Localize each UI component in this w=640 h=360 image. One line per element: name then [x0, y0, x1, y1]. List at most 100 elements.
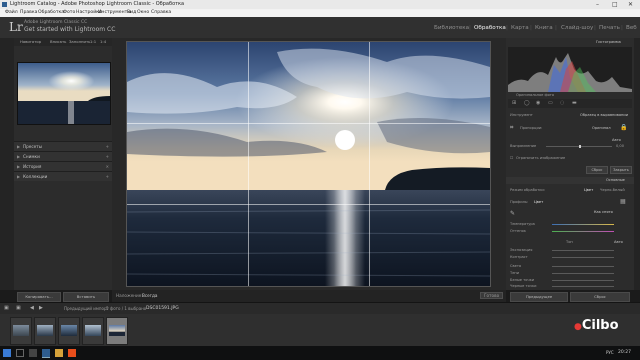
treatment-bw[interactable]: Черно-белый: [600, 188, 625, 192]
history-section[interactable]: ▶ История ✕: [14, 161, 112, 171]
graduated-filter-icon[interactable]: ▭: [548, 100, 553, 106]
crop-close-button[interactable]: Закрыть: [610, 166, 632, 174]
constrain-checkbox-box[interactable]: ☐: [510, 156, 513, 160]
menu-edit[interactable]: Правка: [20, 9, 37, 17]
presets-section[interactable]: ▶ Пресеты +: [14, 141, 112, 151]
profile-select[interactable]: Цвет: [534, 200, 543, 204]
exposure-slider[interactable]: [552, 250, 614, 251]
navigator-label[interactable]: Навигатор: [20, 39, 41, 44]
menu-tools[interactable]: Инструменты: [98, 9, 131, 17]
menu-window[interactable]: Окно: [137, 9, 149, 17]
highlights-slider[interactable]: [552, 266, 614, 267]
add-icon[interactable]: +: [106, 144, 109, 149]
wb-eyedropper-icon[interactable]: ✎: [510, 210, 515, 217]
zoom-1-4[interactable]: 1:4: [100, 39, 106, 44]
clock[interactable]: 20:27: [618, 350, 631, 355]
zoom-1-1[interactable]: 1:1: [90, 39, 96, 44]
basic-section-header[interactable]: Основные: [506, 177, 634, 184]
red-eye-icon[interactable]: ◉: [536, 100, 540, 106]
second-window-icon[interactable]: ▣: [16, 305, 21, 311]
histogram[interactable]: [508, 47, 632, 92]
radial-filter-icon[interactable]: ◌: [560, 100, 564, 106]
module-slideshow[interactable]: Слайд-шоу: [561, 25, 593, 31]
file-name: DSC01591.JPG: [146, 306, 179, 311]
reset-all-button[interactable]: Сброс: [570, 292, 630, 302]
crop-grid-line: [127, 204, 490, 205]
get-started-link[interactable]: Get started with Lightroom CC: [24, 26, 115, 33]
menu-view[interactable]: Вид: [127, 9, 136, 17]
done-button[interactable]: Готово: [480, 292, 504, 299]
menu-file[interactable]: Файл: [5, 9, 18, 17]
module-book[interactable]: Книга: [535, 25, 553, 31]
minimize-button[interactable]: –: [596, 0, 599, 9]
right-edge: [634, 38, 640, 290]
shadows-slider[interactable]: [552, 273, 614, 274]
filmstrip-thumb[interactable]: [82, 317, 104, 345]
angle-slider-knob[interactable]: [579, 145, 581, 148]
tone-auto[interactable]: Авто: [614, 240, 623, 244]
spot-removal-icon[interactable]: ◯: [524, 100, 530, 106]
crop-tool-icon[interactable]: ⊞: [512, 100, 516, 106]
lightroom-taskbar-icon[interactable]: [42, 349, 50, 358]
identity-plate: Lr Adobe Lightroom Classic CC Get starte…: [0, 17, 640, 39]
previous-button[interactable]: Предыдущее: [510, 292, 568, 302]
close-button[interactable]: ✕: [628, 0, 633, 9]
filmstrip-thumb[interactable]: [10, 317, 32, 345]
module-library[interactable]: Библиотека: [434, 25, 469, 31]
blacks-slider[interactable]: [552, 286, 614, 287]
aspect-select[interactable]: Оригинал: [592, 126, 611, 130]
filmstrip-thumb[interactable]: [58, 317, 80, 345]
crop-section-label: Инструмент: [510, 113, 533, 117]
module-develop[interactable]: Обработка: [474, 25, 506, 31]
maximize-button[interactable]: □: [612, 0, 618, 9]
module-map[interactable]: Карта: [511, 25, 529, 31]
crop-aspect-label: Образец в выравнивании: [580, 113, 629, 117]
tint-slider[interactable]: [552, 231, 614, 232]
main-photo[interactable]: [126, 41, 491, 287]
wb-select[interactable]: Как снято: [594, 210, 613, 214]
app-icon[interactable]: [68, 349, 76, 357]
menu-photo[interactable]: Фото: [63, 9, 75, 17]
clear-icon[interactable]: ✕: [106, 164, 109, 169]
paste-button[interactable]: Вставить: [63, 292, 109, 302]
snapshots-section[interactable]: ▶ Снимки +: [14, 151, 112, 161]
back-icon[interactable]: ◀: [30, 305, 34, 311]
task-view-icon[interactable]: [29, 349, 37, 357]
start-icon[interactable]: [3, 349, 11, 357]
fill-option[interactable]: Заполнить: [69, 39, 90, 44]
grid-view-icon[interactable]: ▣: [4, 305, 9, 311]
temp-slider[interactable]: [552, 224, 614, 225]
filmstrip-thumb-selected[interactable]: [106, 317, 128, 345]
lock-icon[interactable]: 🔒: [620, 124, 627, 131]
collections-section[interactable]: ▶ Коллекции +: [14, 171, 112, 181]
angle-auto-label[interactable]: Авто: [612, 138, 621, 142]
explorer-icon[interactable]: [55, 349, 63, 357]
crop-grid-line: [369, 42, 370, 286]
navigator-preview[interactable]: [17, 62, 111, 125]
copy-button[interactable]: Копировать...: [17, 292, 61, 302]
menu-help[interactable]: Справка: [151, 9, 171, 17]
contrast-slider[interactable]: [552, 257, 614, 258]
navigator-header: Навигатор Вписать Заполнить 1:1 1:4: [14, 38, 112, 46]
brush-icon[interactable]: ▬: [572, 100, 577, 106]
whites-slider[interactable]: [552, 280, 614, 281]
source-label[interactable]: Предыдущий импорт: [64, 306, 109, 311]
forward-icon[interactable]: ▶: [39, 305, 43, 311]
histogram-label[interactable]: Гистограмма: [596, 40, 621, 44]
filmstrip-thumb[interactable]: [34, 317, 56, 345]
crop-frame-icon[interactable]: ⌗: [510, 124, 513, 132]
watermark: ●Cilbo: [574, 318, 619, 333]
module-print[interactable]: Печать: [599, 25, 620, 31]
add-icon[interactable]: +: [106, 174, 109, 179]
profile-browser-icon[interactable]: ▦: [620, 198, 626, 205]
crop-reset-button[interactable]: Сброс: [586, 166, 608, 174]
add-icon[interactable]: +: [106, 154, 109, 159]
menu-develop[interactable]: Обработка: [38, 9, 64, 17]
overlay-select[interactable]: Всегда: [142, 293, 157, 298]
language-indicator[interactable]: РУС: [606, 350, 614, 355]
toolbar: Наложение: Всегда Готово: [112, 290, 506, 302]
search-icon[interactable]: [16, 349, 24, 357]
treatment-color[interactable]: Цвет: [584, 188, 593, 192]
module-web[interactable]: Веб: [626, 25, 637, 31]
fit-option[interactable]: Вписать: [50, 39, 66, 44]
